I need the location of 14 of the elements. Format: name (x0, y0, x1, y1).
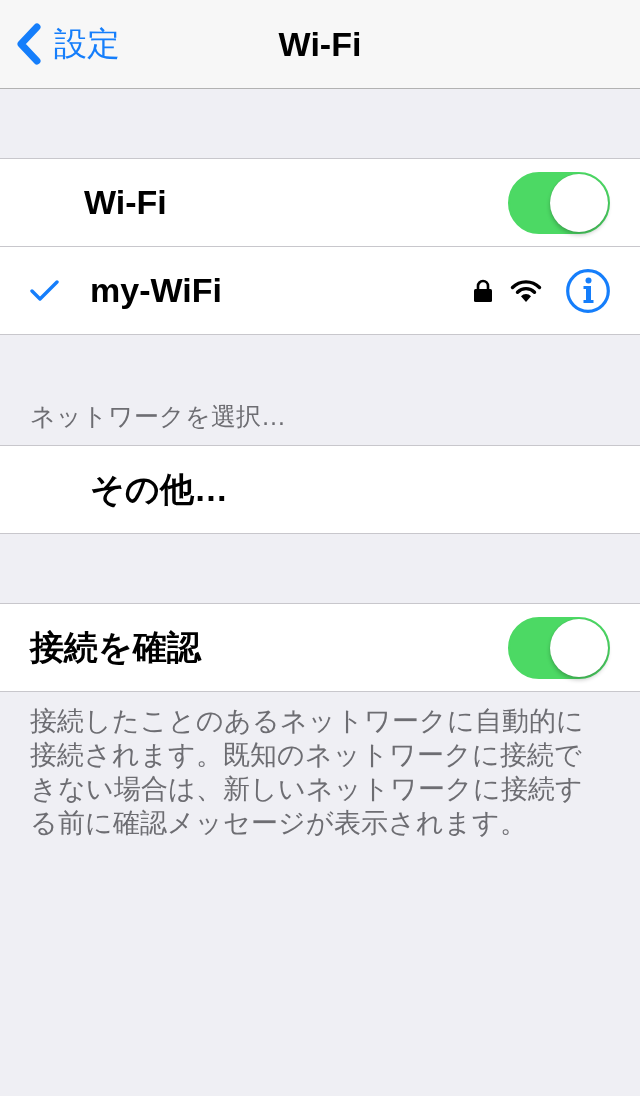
wifi-signal-icon (510, 278, 542, 303)
screen-title: Wi-Fi (278, 24, 362, 64)
toggle-switch[interactable] (508, 171, 610, 234)
setting-label: Wi-Fi (84, 183, 167, 222)
setting-label: 接続を確認 (30, 626, 201, 668)
info-button[interactable] (566, 268, 610, 313)
network-name[interactable]: my-WiFi (90, 271, 222, 310)
toggle-switch[interactable] (508, 616, 610, 679)
section-footnote: 接続したことのあるネットワークに自動的に接続されます。既知のネットワークに接続できない場合は、新しいネットワークに接続する前に確認メッセージが表示されます。 (30, 705, 585, 840)
other-network-item[interactable]: その他… (90, 466, 228, 513)
back-button[interactable]: 設定 (16, 21, 120, 67)
info-icon (566, 268, 610, 313)
section-header: ネットワークを選択… (30, 401, 286, 431)
back-chevron-icon (16, 23, 42, 65)
